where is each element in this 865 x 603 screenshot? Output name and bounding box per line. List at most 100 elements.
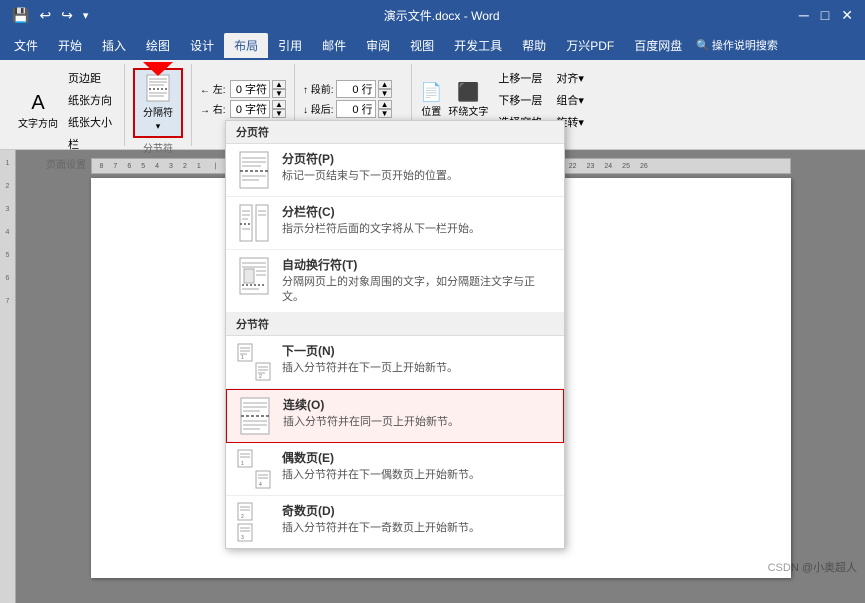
minimize-button[interactable]: ─ bbox=[795, 5, 813, 25]
dropdown-arrow[interactable]: ▾ bbox=[83, 9, 89, 22]
wrap-text-button[interactable]: ⬛ 环绕文字 bbox=[448, 82, 488, 118]
align-button[interactable]: 对齐▾ bbox=[552, 68, 588, 88]
bring-forward-button[interactable]: 上移一层 bbox=[494, 68, 546, 88]
group-button[interactable]: 组合▾ bbox=[552, 90, 588, 110]
tab-start[interactable]: 开始 bbox=[48, 33, 92, 58]
indent-right-spinner: ▲ ▼ bbox=[272, 100, 286, 118]
page-break-desc: 标记一页结束与下一页开始的位置。 bbox=[282, 169, 554, 184]
tab-view[interactable]: 视图 bbox=[400, 33, 444, 58]
indent-right-up[interactable]: ▲ bbox=[272, 100, 286, 109]
tab-file[interactable]: 文件 bbox=[4, 33, 48, 58]
page-break-item[interactable]: 分页符(P) 标记一页结束与下一页开始的位置。 bbox=[226, 144, 564, 197]
position-button[interactable]: 📄 位置 bbox=[420, 82, 442, 118]
section-break-group: 分隔符 ▾ 分节符 bbox=[125, 64, 192, 146]
text-direction-button[interactable]: A 文字方向 bbox=[16, 90, 60, 132]
redo-button[interactable]: ↪ bbox=[57, 5, 77, 26]
tab-references[interactable]: 引用 bbox=[268, 33, 312, 58]
ribbon-tabs: 文件 开始 插入 绘图 设计 布局 引用 邮件 审阅 视图 开发工具 帮助 万兴… bbox=[0, 30, 865, 60]
maximize-button[interactable]: □ bbox=[817, 5, 833, 25]
svg-text:2: 2 bbox=[259, 374, 262, 380]
tab-baidu[interactable]: 百度网盘 bbox=[624, 33, 692, 58]
spacing-before-input[interactable] bbox=[336, 80, 376, 98]
tab-wanxing[interactable]: 万兴PDF bbox=[556, 33, 624, 58]
wrap-break-text: 自动换行符(T) 分隔网页上的对象周围的文字，如分隔题注文字与正文。 bbox=[282, 256, 554, 306]
next-page-text: 下一页(N) 插入分节符并在下一页上开始新节。 bbox=[282, 342, 554, 376]
quick-access-toolbar: 💾 ↩ ↪ ▾ bbox=[8, 5, 88, 26]
tab-help[interactable]: 帮助 bbox=[512, 33, 556, 58]
spacing-after-input[interactable] bbox=[336, 100, 376, 118]
wrap-break-icon bbox=[236, 256, 272, 296]
indent-right-down[interactable]: ▼ bbox=[272, 109, 286, 118]
close-button[interactable]: ✕ bbox=[837, 5, 857, 26]
odd-page-text: 奇数页(D) 插入分节符并在下一奇数页上开始新节。 bbox=[282, 502, 554, 536]
tab-dev[interactable]: 开发工具 bbox=[444, 33, 512, 58]
spacing-before-up[interactable]: ▲ bbox=[378, 80, 392, 89]
indent-left-down[interactable]: ▼ bbox=[272, 89, 286, 98]
continuous-desc: 插入分节符并在同一页上开始新节。 bbox=[283, 415, 553, 430]
document-title: 演示文件.docx - Word bbox=[384, 7, 500, 24]
save-button[interactable]: 💾 bbox=[8, 5, 33, 26]
continuous-title: 连续(O) bbox=[283, 396, 553, 413]
tab-mail[interactable]: 邮件 bbox=[312, 33, 356, 58]
undo-button[interactable]: ↩ bbox=[35, 5, 55, 26]
svg-text:4: 4 bbox=[259, 482, 262, 488]
next-page-title: 下一页(N) bbox=[282, 342, 554, 359]
tab-draw[interactable]: 绘图 bbox=[136, 33, 180, 58]
tab-layout[interactable]: 布局 bbox=[224, 33, 268, 58]
vertical-ruler: 1 2 3 4 5 6 7 bbox=[0, 150, 16, 603]
indent-left-row: ← 左: ▲ ▼ bbox=[200, 80, 286, 98]
indent-left-spinner: ▲ ▼ bbox=[272, 80, 286, 98]
page-break-title: 分页符(P) bbox=[282, 150, 554, 167]
section-break-label: 分节符 bbox=[143, 140, 173, 155]
indent-left-input[interactable] bbox=[230, 80, 270, 98]
spacing-before-label: ↑ 段前: bbox=[303, 81, 334, 96]
odd-page-item[interactable]: 2 3 奇数页(D) 插入分节符并在下一奇数页上开始新节。 bbox=[226, 496, 564, 548]
next-page-icon: 1 2 bbox=[236, 342, 272, 382]
paper-size-button[interactable]: 纸张大小 bbox=[64, 112, 116, 132]
spacing-before-spinner: ▲ ▼ bbox=[378, 80, 392, 98]
spacing-after-up[interactable]: ▲ bbox=[378, 100, 392, 109]
indent-left-label: ← 左: bbox=[200, 81, 228, 96]
svg-text:2: 2 bbox=[241, 514, 244, 520]
section-break-header: 分节符 bbox=[226, 313, 564, 336]
indent-left-up[interactable]: ▲ bbox=[272, 80, 286, 89]
wrap-break-desc: 分隔网页上的对象周围的文字，如分隔题注文字与正文。 bbox=[282, 275, 554, 306]
page-break-icon bbox=[236, 150, 272, 190]
red-arrow-indicator bbox=[143, 62, 173, 79]
indent-right-row: → 右: ▲ ▼ bbox=[200, 100, 286, 118]
column-break-desc: 指示分栏符后面的文字将从下一栏开始。 bbox=[282, 222, 554, 237]
wrap-break-title: 自动换行符(T) bbox=[282, 256, 554, 273]
column-break-item[interactable]: 分栏符(C) 指示分栏符后面的文字将从下一栏开始。 bbox=[226, 197, 564, 250]
spacing-controls: ↑ 段前: ▲ ▼ ↓ 段后: ▲ ▼ bbox=[303, 80, 403, 118]
spacing-after-down[interactable]: ▼ bbox=[378, 109, 392, 118]
spacing-after-spinner: ▲ ▼ bbox=[378, 100, 392, 118]
watermark: CSDN @小奥超人 bbox=[768, 559, 857, 575]
title-bar-left: 💾 ↩ ↪ ▾ bbox=[8, 5, 88, 26]
next-page-item[interactable]: 1 2 下一页(N) 插入分节符并在下一页上开始新节。 bbox=[226, 336, 564, 389]
spacing-before-row: ↑ 段前: ▲ ▼ bbox=[303, 80, 403, 98]
tab-insert[interactable]: 插入 bbox=[92, 33, 136, 58]
tab-design[interactable]: 设计 bbox=[180, 33, 224, 58]
even-page-icon: 1 4 bbox=[236, 449, 272, 489]
margin-button[interactable]: 页边距 bbox=[64, 68, 116, 88]
orientation-button[interactable]: 纸张方向 bbox=[64, 90, 116, 110]
svg-text:1: 1 bbox=[241, 355, 244, 361]
page-break-text: 分页符(P) 标记一页结束与下一页开始的位置。 bbox=[282, 150, 554, 184]
section-break-dropdown: 分页符 分页符(P) 标记一页结束与下一页开始的位置。 bbox=[225, 120, 565, 549]
search-box[interactable]: 🔍操作说明搜索 bbox=[696, 37, 778, 53]
tab-review[interactable]: 审阅 bbox=[356, 33, 400, 58]
indent-right-input[interactable] bbox=[230, 100, 270, 118]
odd-page-title: 奇数页(D) bbox=[282, 502, 554, 519]
spacing-before-down[interactable]: ▼ bbox=[378, 89, 392, 98]
svg-text:3: 3 bbox=[241, 535, 244, 541]
continuous-item[interactable]: 连续(O) 插入分节符并在同一页上开始新节。 bbox=[226, 389, 564, 443]
wrap-break-item[interactable]: 自动换行符(T) 分隔网页上的对象周围的文字，如分隔题注文字与正文。 bbox=[226, 250, 564, 313]
indent-controls: ← 左: ▲ ▼ → 右: ▲ ▼ bbox=[200, 80, 286, 118]
even-page-item[interactable]: 1 4 偶数页(E) 插入分节符并在下一偶数页上开始新节。 bbox=[226, 443, 564, 496]
column-break-text: 分栏符(C) 指示分栏符后面的文字将从下一栏开始。 bbox=[282, 203, 554, 237]
spacing-after-label: ↓ 段后: bbox=[303, 101, 334, 116]
continuous-icon bbox=[237, 396, 273, 436]
send-backward-button[interactable]: 下移一层 bbox=[494, 90, 546, 110]
page-setup-buttons: A 文字方向 页边距 纸张方向 纸张大小 栏 bbox=[16, 64, 116, 154]
title-bar: 💾 ↩ ↪ ▾ 演示文件.docx - Word ─ □ ✕ bbox=[0, 0, 865, 30]
